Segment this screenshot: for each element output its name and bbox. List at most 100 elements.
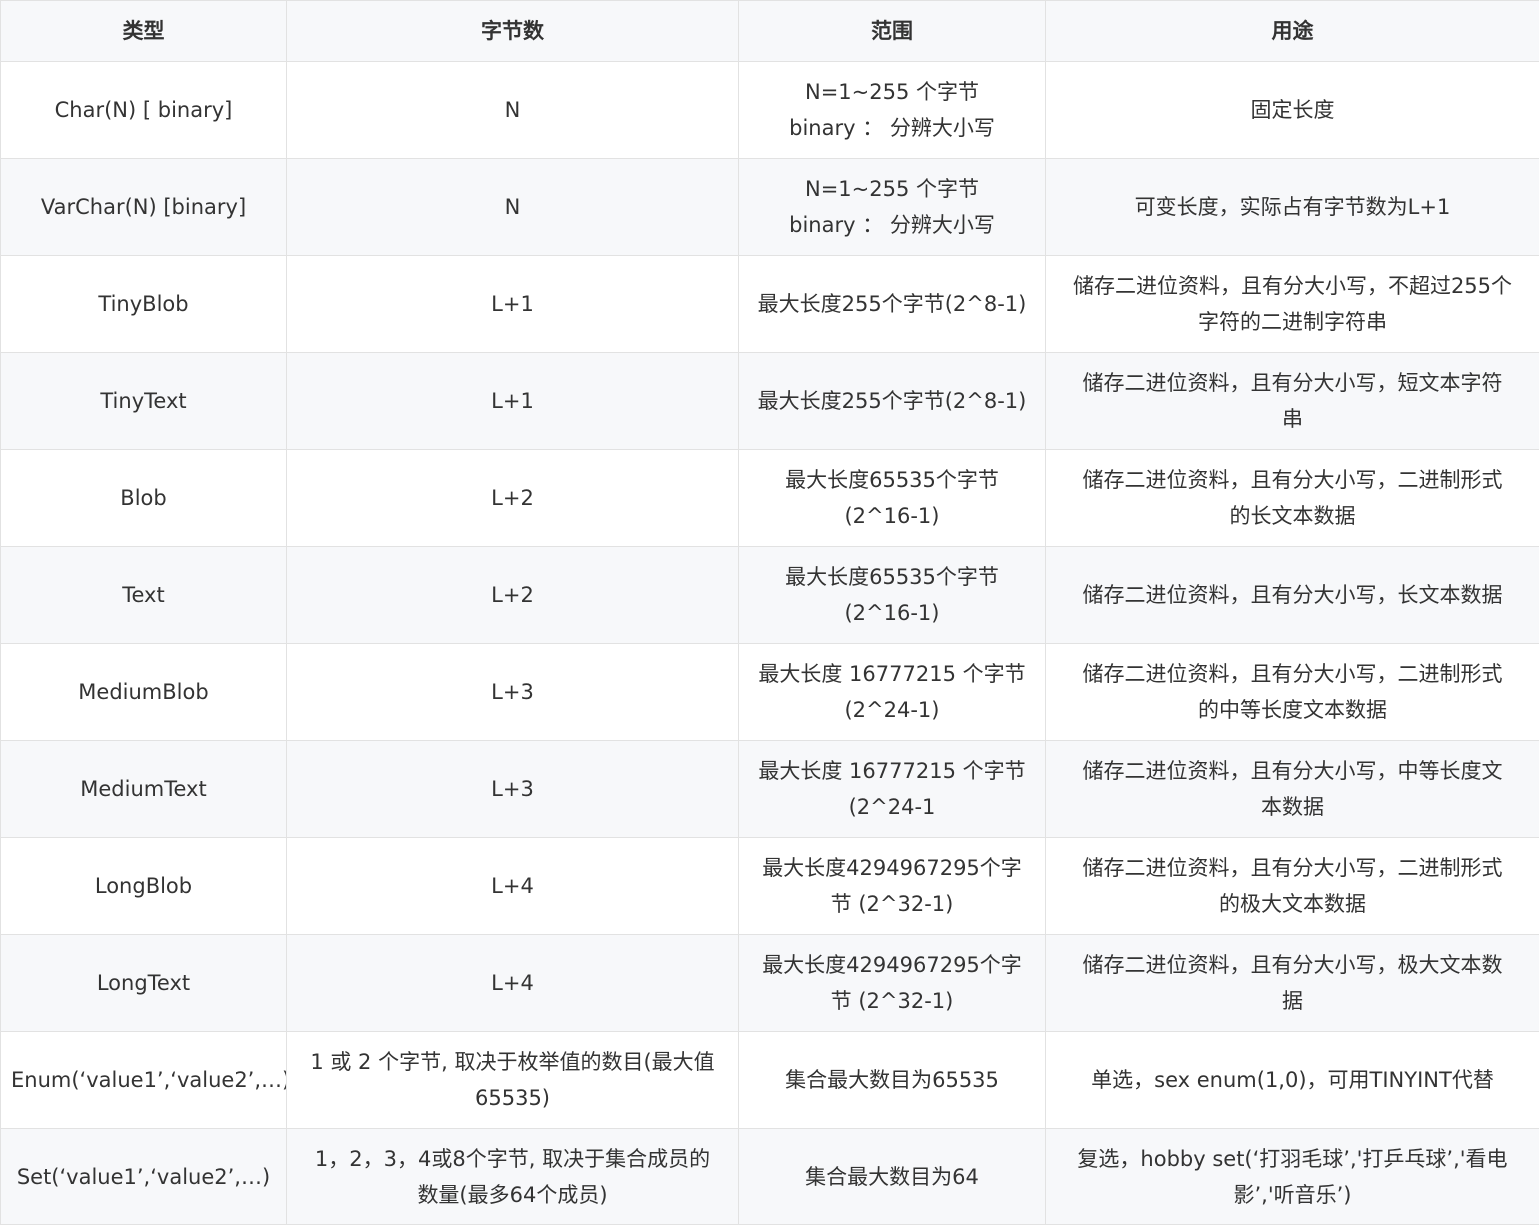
- cell-usage: 储存二进位资料，且有分大小写，长文本数据: [1046, 547, 1539, 644]
- cell-range: N=1~255 个字节binary ： 分辨大小写: [739, 159, 1046, 256]
- table-row: TextL+2 最大长度65535个字节(2^16-1) 储存二进位资料，且有分大小…: [1, 547, 1539, 644]
- cell-type: LongText: [1, 935, 287, 1032]
- table-row: MediumTextL+3最大长度 16777215 个字节(2^24-1储存二…: [1, 741, 1539, 838]
- cell-line: 字符的二进制字符串: [1056, 304, 1529, 340]
- cell-line: 最大长度4294967295个字: [749, 947, 1035, 983]
- table-row: LongBlobL+4最大长度4294967295个字节 (2^32-1)储存二…: [1, 838, 1539, 935]
- cell-type: Text: [1, 547, 287, 644]
- cell-range: 最大长度4294967295个字节 (2^32-1): [739, 838, 1046, 935]
- cell-type: LongBlob: [1, 838, 287, 935]
- cell-type: Set(‘value1’,‘value2’,…): [1, 1129, 287, 1225]
- cell-range: 最大长度 16777215 个字节(2^24-1: [739, 741, 1046, 838]
- cell-line: N=1~255 个字节: [749, 74, 1035, 110]
- cell-bytes: L+1: [287, 256, 739, 353]
- cell-type: TinyBlob: [1, 256, 287, 353]
- table-row: Enum(‘value1’,‘value2’,…)1 或 2 个字节, 取决于枚…: [1, 1032, 1539, 1129]
- cell-range: N=1~255 个字节binary ： 分辨大小写: [739, 62, 1046, 159]
- header-bytes: 字节数: [287, 1, 739, 62]
- cell-line: (2^24-1): [749, 692, 1035, 728]
- cell-line: binary ： 分辨大小写: [749, 110, 1035, 146]
- cell-line: 固定长度: [1056, 92, 1529, 128]
- cell-range: 最大长度4294967295个字节 (2^32-1): [739, 935, 1046, 1032]
- cell-line: 数量(最多64个成员): [297, 1177, 728, 1213]
- cell-line: 储存二进位资料，且有分大小写，二进制形式: [1056, 850, 1529, 886]
- table-body: Char(N) [ binary]NN=1~255 个字节binary ： 分辨…: [1, 62, 1539, 1225]
- cell-line: (2^16-1): [749, 595, 1035, 631]
- cell-usage: 单选，sex enum(1,0)，可用TINYINT代替: [1046, 1032, 1539, 1129]
- cell-type: TinyText: [1, 353, 287, 450]
- header-range: 范围: [739, 1, 1046, 62]
- cell-line: 1 或 2 个字节, 取决于枚举值的数目(最大值: [297, 1044, 728, 1080]
- cell-bytes: L+3: [287, 741, 739, 838]
- cell-line: 最大长度65535个字节: [749, 462, 1035, 498]
- header-type: 类型: [1, 1, 287, 62]
- cell-line: 复选，hobby set(‘打羽毛球’,'打乒乓球’,'看电: [1056, 1141, 1529, 1177]
- header-usage: 用途: [1046, 1, 1539, 62]
- cell-bytes: L+4: [287, 935, 739, 1032]
- cell-bytes: L+2: [287, 450, 739, 547]
- cell-usage: 储存二进位资料，且有分大小写，二进制形式的极大文本数据: [1046, 838, 1539, 935]
- cell-line: 最大长度65535个字节: [749, 559, 1035, 595]
- cell-line: 储存二进位资料，且有分大小写，二进制形式: [1056, 462, 1529, 498]
- cell-line: 储存二进位资料，且有分大小写，中等长度文: [1056, 753, 1529, 789]
- table-row: TinyBlobL+1 最大长度255个字节(2^8-1) 储存二进位资料，且有分大…: [1, 256, 1539, 353]
- cell-line: 储存二进位资料，且有分大小写，二进制形式: [1056, 656, 1529, 692]
- table-row: BlobL+2最大长度65535个字节(2^16-1)储存二进位资料，且有分大小…: [1, 450, 1539, 547]
- cell-bytes: L+2: [287, 547, 739, 644]
- cell-type: Char(N) [ binary]: [1, 62, 287, 159]
- cell-line: 集合最大数目为64: [749, 1159, 1035, 1195]
- cell-range: 最大长度 16777215 个字节(2^24-1): [739, 644, 1046, 741]
- cell-line: 影’,'听音乐’): [1056, 1177, 1529, 1213]
- cell-line: 最大长度255个字节(2^8-1): [749, 383, 1035, 419]
- cell-line: (2^16-1): [749, 498, 1035, 534]
- cell-line: 65535): [297, 1080, 728, 1116]
- table-row: VarChar(N) [binary]NN=1~255 个字节binary ： …: [1, 159, 1539, 256]
- cell-bytes: L+3: [287, 644, 739, 741]
- cell-usage: 储存二进位资料，且有分大小写，不超过255个字符的二进制字符串: [1046, 256, 1539, 353]
- cell-line: 的极大文本数据: [1056, 886, 1529, 922]
- table-row: MediumBlobL+3最大长度 16777215 个字节(2^24-1)储存…: [1, 644, 1539, 741]
- cell-line: 集合最大数目为65535: [749, 1062, 1035, 1098]
- cell-bytes: N: [287, 62, 739, 159]
- cell-range: 集合最大数目为64: [739, 1129, 1046, 1225]
- cell-type: Blob: [1, 450, 287, 547]
- cell-type: MediumBlob: [1, 644, 287, 741]
- cell-usage: 固定长度: [1046, 62, 1539, 159]
- cell-usage: 储存二进位资料，且有分大小写，二进制形式的长文本数据: [1046, 450, 1539, 547]
- cell-usage: 复选，hobby set(‘打羽毛球’,'打乒乓球’,'看电影’,'听音乐’): [1046, 1129, 1539, 1225]
- table-row: Char(N) [ binary]NN=1~255 个字节binary ： 分辨…: [1, 62, 1539, 159]
- cell-usage: 储存二进位资料，且有分大小写，短文本字符串: [1046, 353, 1539, 450]
- table-row: Set(‘value1’,‘value2’,…)1，2，3，4或8个字节, 取决…: [1, 1129, 1539, 1225]
- cell-line: 据: [1056, 983, 1529, 1019]
- cell-bytes: 1，2，3，4或8个字节, 取决于集合成员的数量(最多64个成员): [287, 1129, 739, 1225]
- cell-line: 的中等长度文本数据: [1056, 692, 1529, 728]
- cell-usage: 储存二进位资料，且有分大小写，二进制形式的中等长度文本数据: [1046, 644, 1539, 741]
- cell-usage: 可变长度，实际占有字节数为L+1: [1046, 159, 1539, 256]
- cell-bytes: L+4: [287, 838, 739, 935]
- cell-line: 储存二进位资料，且有分大小写，不超过255个: [1056, 268, 1529, 304]
- cell-usage: 储存二进位资料，且有分大小写，中等长度文本数据: [1046, 741, 1539, 838]
- cell-line: 单选，sex enum(1,0)，可用TINYINT代替: [1056, 1062, 1529, 1098]
- cell-line: 1，2，3，4或8个字节, 取决于集合成员的: [297, 1141, 728, 1177]
- cell-usage: 储存二进位资料，且有分大小写，极大文本数据: [1046, 935, 1539, 1032]
- cell-range: 最大长度65535个字节(2^16-1): [739, 450, 1046, 547]
- table-row: LongTextL+4最大长度4294967295个字节 (2^32-1)储存二…: [1, 935, 1539, 1032]
- cell-line: 串: [1056, 401, 1529, 437]
- cell-line: 储存二进位资料，且有分大小写，长文本数据: [1056, 577, 1529, 613]
- cell-type: VarChar(N) [binary]: [1, 159, 287, 256]
- table-row: TinyTextL+1 最大长度255个字节(2^8-1) 储存二进位资料，且有分大…: [1, 353, 1539, 450]
- cell-bytes: L+1: [287, 353, 739, 450]
- cell-type: Enum(‘value1’,‘value2’,…): [1, 1032, 287, 1129]
- cell-line: 最大长度255个字节(2^8-1): [749, 286, 1035, 322]
- cell-line: 最大长度 16777215 个字节: [749, 753, 1035, 789]
- table-header: 类型 字节数 范围 用途: [1, 1, 1539, 62]
- cell-line: 最大长度 16777215 个字节: [749, 656, 1035, 692]
- cell-bytes: 1 或 2 个字节, 取决于枚举值的数目(最大值65535): [287, 1032, 739, 1129]
- cell-line: 储存二进位资料，且有分大小写，极大文本数: [1056, 947, 1529, 983]
- header-row: 类型 字节数 范围 用途: [1, 1, 1539, 62]
- cell-line: 节 (2^32-1): [749, 886, 1035, 922]
- cell-line: 本数据: [1056, 789, 1529, 825]
- cell-line: (2^24-1: [749, 789, 1035, 825]
- cell-line: 储存二进位资料，且有分大小写，短文本字符: [1056, 365, 1529, 401]
- cell-line: N=1~255 个字节: [749, 171, 1035, 207]
